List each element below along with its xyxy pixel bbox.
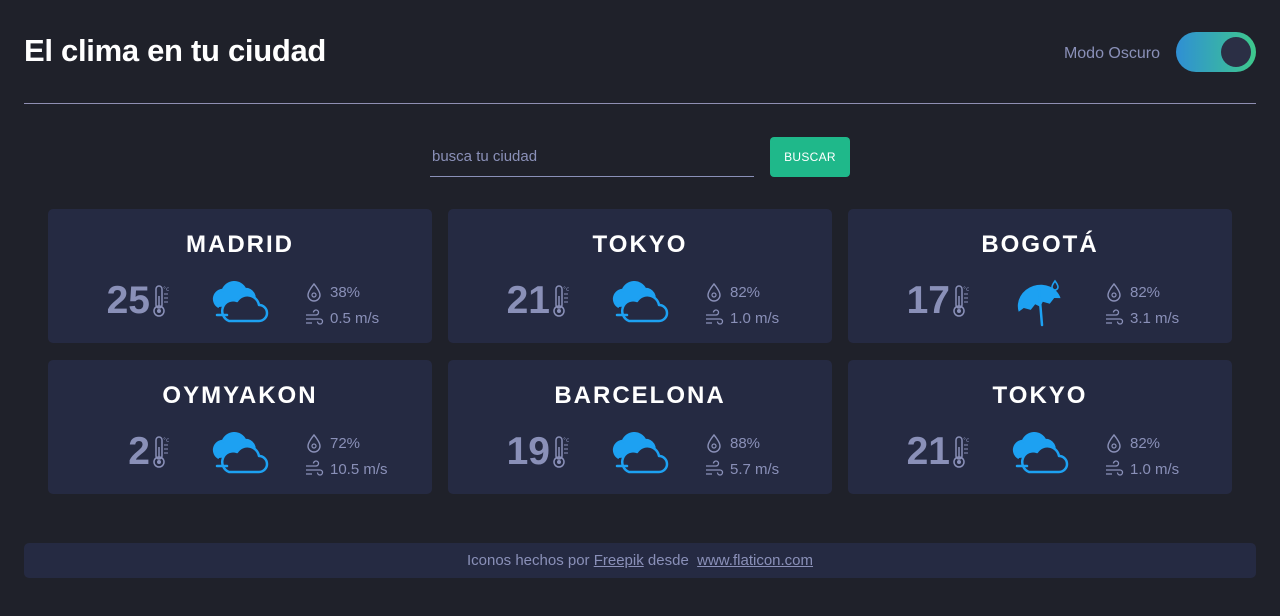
humidity-icon <box>1107 433 1121 453</box>
weather-stats: 82% 1.0 m/s <box>704 279 779 331</box>
svg-text:°c: °c <box>563 286 569 293</box>
flaticon-link[interactable]: www.flaticon.com <box>697 552 813 569</box>
thermometer-icon: °c <box>953 436 969 468</box>
wind-icon <box>306 460 324 476</box>
humidity-value: 88% <box>730 434 761 452</box>
page-title: El clima en tu ciudad <box>24 33 327 68</box>
humidity-row: 82% <box>704 279 779 305</box>
city-name: TOKYO <box>992 382 1088 409</box>
svg-text:°c: °c <box>163 437 169 444</box>
humidity-value: 82% <box>1130 283 1161 301</box>
weather-card-4: BARCELONA 19 °c 88% 5.7 m/s <box>448 360 832 494</box>
cloudy-icon <box>212 281 269 323</box>
search-input[interactable] <box>430 137 754 177</box>
svg-text:°c: °c <box>963 437 969 444</box>
wind-row: 10.5 m/s <box>304 456 388 482</box>
temperature-value: 2 <box>128 430 150 473</box>
temperature: 17 °c <box>907 279 970 323</box>
humidity-value: 82% <box>730 283 761 301</box>
wind-row: 3.1 m/s <box>1104 305 1179 331</box>
humidity-row: 82% <box>1104 430 1179 456</box>
temperature-value: 19 <box>506 430 550 473</box>
humidity-row: 88% <box>704 430 779 456</box>
temperature-value: 21 <box>506 279 550 322</box>
search-button[interactable]: BUSCAR <box>770 137 850 177</box>
humidity-value: 82% <box>1130 434 1161 452</box>
city-name: BARCELONA <box>554 382 726 409</box>
wind-icon <box>1106 309 1124 325</box>
humidity-row: 38% <box>304 279 379 305</box>
humidity-row: 82% <box>1104 279 1179 305</box>
temperature-value: 25 <box>106 279 150 322</box>
dark-mode-toggle[interactable] <box>1176 32 1256 72</box>
temperature: 19 °c <box>507 430 570 474</box>
cloudy-icon <box>612 432 669 474</box>
city-name: OYMYAKON <box>162 382 318 409</box>
freepik-link[interactable]: Freepik <box>594 552 644 569</box>
toggle-knob <box>1221 37 1251 67</box>
weather-stats: 82% 3.1 m/s <box>1104 279 1179 331</box>
wind-value: 10.5 m/s <box>330 460 388 478</box>
humidity-row: 72% <box>304 430 388 456</box>
humidity-icon <box>307 433 321 453</box>
wind-value: 5.7 m/s <box>730 460 780 478</box>
temperature-value: 17 <box>906 279 950 322</box>
city-name: BOGOTÁ <box>981 231 1099 258</box>
svg-text:°c: °c <box>563 437 569 444</box>
humidity-value: 38% <box>330 283 361 301</box>
weather-card-3: OYMYAKON 2 °c 72% 10.5 m/s <box>48 360 432 494</box>
wind-value: 1.0 m/s <box>730 309 780 327</box>
header: El clima en tu ciudad Modo Oscuro <box>24 0 1256 104</box>
cloudy-icon <box>212 432 269 474</box>
weather-stats: 72% 10.5 m/s <box>304 430 388 482</box>
wind-value: 3.1 m/s <box>1130 309 1180 327</box>
footer-prefix: Iconos hechos por <box>466 552 590 569</box>
humidity-value: 72% <box>330 434 361 452</box>
weather-card-5: TOKYO 21 °c 82% 1.0 m/s <box>848 360 1232 494</box>
temperature: 21 °c <box>907 430 970 474</box>
humidity-icon <box>707 433 721 453</box>
weather-stats: 38% 0.5 m/s <box>304 279 379 331</box>
wind-icon <box>706 309 724 325</box>
weather-stats: 82% 1.0 m/s <box>1104 430 1179 482</box>
thermometer-icon: °c <box>553 285 569 317</box>
wind-value: 0.5 m/s <box>330 309 380 327</box>
wind-icon <box>306 309 324 325</box>
weather-stats: 88% 5.7 m/s <box>704 430 779 482</box>
wind-row: 0.5 m/s <box>304 305 379 331</box>
wind-row: 5.7 m/s <box>704 456 779 482</box>
cloudy-icon <box>612 281 669 323</box>
wind-value: 1.0 m/s <box>1130 460 1180 478</box>
dark-mode-label: Modo Oscuro <box>1063 45 1160 62</box>
weather-card-2: BOGOTÁ 17 °c 82% 3.1 m/s <box>848 209 1232 343</box>
thermometer-icon: °c <box>153 436 169 468</box>
umbrella-rain-icon <box>1017 279 1061 327</box>
humidity-icon <box>1107 282 1121 302</box>
cloudy-icon <box>1012 432 1069 474</box>
temperature: 25 °c <box>107 279 170 323</box>
city-name: TOKYO <box>592 231 688 258</box>
svg-text:°c: °c <box>163 286 169 293</box>
humidity-icon <box>707 282 721 302</box>
wind-row: 1.0 m/s <box>1104 456 1179 482</box>
wind-row: 1.0 m/s <box>704 305 779 331</box>
svg-text:°c: °c <box>963 286 969 293</box>
humidity-icon <box>307 282 321 302</box>
weather-card-1: TOKYO 21 °c 82% 1.0 m/s <box>448 209 832 343</box>
temperature: 2 °c <box>128 430 170 474</box>
thermometer-icon: °c <box>153 285 169 317</box>
weather-cards: MADRID 25 °c 38% 0.5 m/s TOKYO 21 °c 82%… <box>48 209 1232 494</box>
thermometer-icon: °c <box>953 285 969 317</box>
wind-icon <box>706 460 724 476</box>
city-name: MADRID <box>186 231 294 258</box>
weather-card-0: MADRID 25 °c 38% 0.5 m/s <box>48 209 432 343</box>
footer-middle: desde <box>647 552 689 569</box>
footer: Iconos hechos por Freepik desde www.flat… <box>24 543 1256 578</box>
temperature-value: 21 <box>906 430 950 473</box>
thermometer-icon: °c <box>553 436 569 468</box>
wind-icon <box>1106 460 1124 476</box>
temperature: 21 °c <box>507 279 570 323</box>
